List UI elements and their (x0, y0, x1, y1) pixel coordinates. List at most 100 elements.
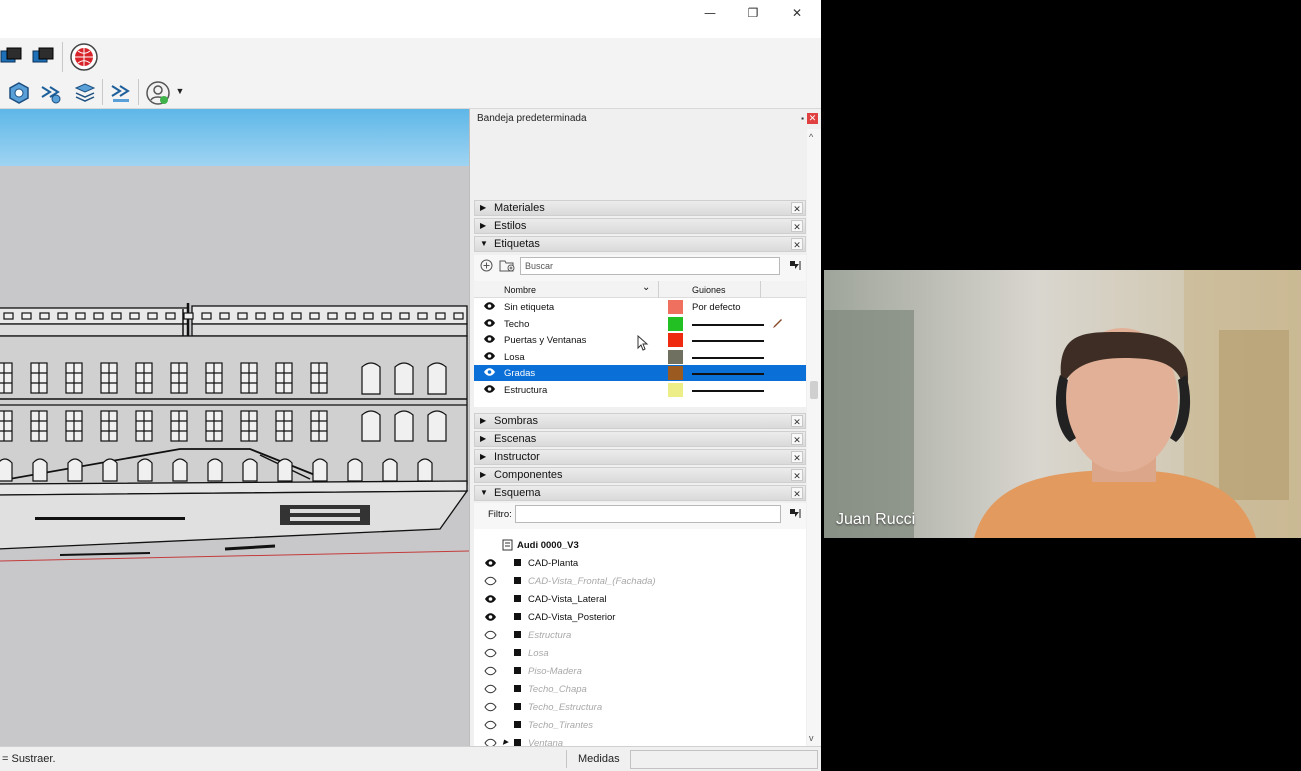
panel-esquema[interactable]: ▼ Esquema ✕ (474, 485, 806, 501)
panel-close-icon[interactable]: ✕ (791, 220, 803, 232)
building-window (312, 458, 328, 482)
tag-color-swatch[interactable] (668, 349, 683, 364)
add-tag-folder-icon[interactable] (499, 258, 515, 277)
building-window (361, 362, 381, 395)
outliner-item[interactable]: CAD-Vista_Posterior (474, 608, 806, 626)
tag-color-swatch[interactable] (668, 300, 683, 314)
solid-inspector-icon[interactable] (6, 80, 32, 106)
panel-close-icon[interactable]: ✕ (791, 469, 803, 481)
tag-color-swatch[interactable] (668, 366, 683, 380)
tag-row[interactable]: Estructura (474, 382, 806, 398)
geo-location-icon[interactable] (68, 41, 100, 73)
building-window (172, 458, 188, 482)
scroll-thumb[interactable] (810, 381, 818, 399)
tag-color-swatch[interactable] (668, 316, 683, 331)
tag-dashes[interactable]: Por defecto (692, 302, 741, 313)
eye-icon[interactable] (484, 594, 497, 607)
panel-close-icon[interactable]: ✕ (791, 487, 803, 499)
building-model (0, 303, 469, 562)
eye-icon[interactable] (484, 612, 497, 625)
eye-icon[interactable] (483, 334, 496, 347)
panel-escenas[interactable]: ▶ Escenas ✕ (474, 431, 806, 447)
eye-icon[interactable] (483, 301, 496, 314)
eye-closed-icon[interactable] (484, 576, 497, 589)
close-button[interactable]: ✕ (775, 2, 819, 24)
scroll-up-icon[interactable]: ^ (809, 132, 813, 142)
panel-sombras[interactable]: ▶ Sombras ✕ (474, 413, 806, 429)
outliner-item[interactable]: Techo_Estructura (474, 698, 806, 716)
tag-row[interactable]: Gradas (474, 365, 806, 381)
layers-alt-icon[interactable] (30, 44, 56, 68)
tray-scrollbar[interactable]: ^ v (807, 129, 821, 746)
add-tag-icon[interactable] (480, 259, 493, 277)
fix-icon[interactable] (38, 80, 64, 106)
panel-estilos[interactable]: ▶ Estilos ✕ (474, 218, 806, 234)
tag-dash-line[interactable] (692, 373, 764, 375)
expand-icon[interactable]: ▶ (503, 738, 508, 746)
eye-closed-icon[interactable] (484, 684, 497, 697)
outliner-item[interactable]: Estructura (474, 626, 806, 644)
tray-close-button[interactable]: ✕ (807, 113, 818, 124)
tag-dash-line[interactable] (692, 340, 764, 342)
layers-icon[interactable] (0, 44, 24, 68)
panel-componentes[interactable]: ▶ Componentes ✕ (474, 467, 806, 483)
tag-row[interactable]: Techo (474, 316, 806, 332)
tag-name: Puertas y Ventanas (504, 335, 587, 346)
tag-row[interactable]: Sin etiqueta Por defecto (474, 299, 806, 315)
parapet-opening (237, 312, 248, 320)
panel-close-icon[interactable]: ✕ (791, 238, 803, 250)
outliner-item[interactable]: Losa (474, 644, 806, 662)
scroll-down-icon[interactable]: v (809, 733, 814, 743)
panel-close-icon[interactable]: ✕ (791, 415, 803, 427)
panel-instructor[interactable]: ▶ Instructor ✕ (474, 449, 806, 465)
details-arrow-icon[interactable] (788, 259, 802, 277)
tag-dash-line[interactable] (692, 356, 764, 359)
pencil-icon[interactable] (772, 318, 783, 332)
parapet-opening (363, 312, 374, 320)
chevron-down-icon[interactable]: ▼ (174, 84, 186, 98)
tag-dash-line[interactable] (692, 389, 764, 392)
outliner-item[interactable]: Piso-Madera (474, 662, 806, 680)
details-arrow-icon[interactable] (788, 507, 802, 525)
minimize-button[interactable]: — (688, 2, 732, 24)
building-window (394, 362, 414, 395)
tag-color-swatch[interactable] (668, 333, 683, 347)
eye-icon[interactable] (483, 351, 496, 364)
outliner-item[interactable]: CAD-Vista_Frontal_(Fachada) (474, 572, 806, 590)
cleanup-icon[interactable] (108, 80, 134, 106)
tag-color-swatch[interactable] (668, 382, 683, 397)
panel-materiales[interactable]: ▶ Materiales ✕ (474, 200, 806, 216)
model-viewport[interactable] (0, 109, 469, 746)
eye-closed-icon[interactable] (484, 702, 497, 715)
eye-closed-icon[interactable] (484, 630, 497, 643)
eye-icon[interactable] (483, 384, 496, 397)
eye-icon[interactable] (483, 367, 496, 380)
stack-icon[interactable] (72, 80, 98, 106)
account-icon[interactable] (144, 79, 172, 107)
panel-close-icon[interactable]: ✕ (791, 433, 803, 445)
eye-closed-icon[interactable] (484, 720, 497, 733)
outliner-item[interactable]: CAD-Planta (474, 554, 806, 572)
outliner-item[interactable]: CAD-Vista_Lateral (474, 590, 806, 608)
eye-closed-icon[interactable] (484, 666, 497, 679)
column-dashes-header[interactable]: Guiones (692, 285, 726, 295)
panel-close-icon[interactable]: ✕ (791, 202, 803, 214)
eye-icon[interactable] (483, 318, 496, 331)
eye-closed-icon[interactable] (484, 648, 497, 661)
tags-search-input[interactable]: Buscar (520, 257, 780, 275)
outliner-item[interactable]: Techo_Tirantes (474, 716, 806, 734)
panel-close-icon[interactable]: ✕ (791, 451, 803, 463)
restore-button[interactable]: ❐ (731, 2, 775, 24)
chevron-down-icon[interactable]: ⌄ (642, 282, 650, 293)
measurements-input[interactable] (630, 750, 818, 769)
pin-icon[interactable]: ▪ (801, 114, 804, 123)
panel-etiquetas[interactable]: ▼ Etiquetas ✕ (474, 236, 806, 252)
outliner-item[interactable]: Techo_Chapa (474, 680, 806, 698)
column-name-header[interactable]: Nombre (504, 285, 536, 295)
tag-dash-line[interactable] (692, 323, 764, 326)
eye-icon[interactable] (484, 558, 497, 571)
outliner-root[interactable]: Audi 0000_V3 (474, 536, 806, 554)
filter-input[interactable] (515, 505, 781, 523)
parapet-opening (219, 312, 230, 320)
parapet-opening (309, 312, 320, 320)
